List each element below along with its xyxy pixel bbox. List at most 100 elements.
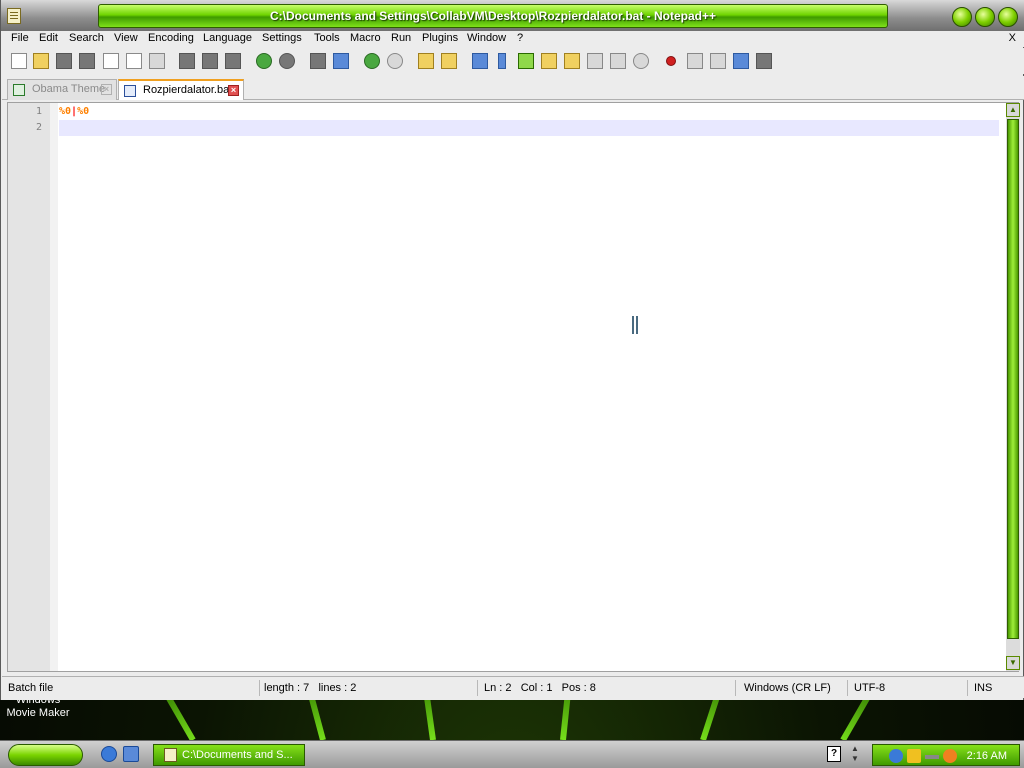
run-macro-multiple-icon[interactable]	[733, 53, 749, 69]
sync-h-icon[interactable]	[441, 53, 457, 69]
status-bar: Batch file length : 7 lines : 2 Ln : 2 C…	[2, 676, 1024, 698]
open-file-icon[interactable]	[33, 53, 49, 69]
status-file-type: Batch file	[4, 680, 260, 696]
system-tray: 2:16 AM	[872, 744, 1020, 766]
batch-variable: %0	[77, 106, 90, 117]
file-saved-icon	[13, 84, 25, 96]
network-icon[interactable]	[889, 749, 903, 763]
menu-help[interactable]: ?	[517, 32, 523, 44]
batch-variable: %0	[59, 106, 72, 117]
search-icon[interactable]	[943, 749, 957, 763]
status-lines: lines : 2	[318, 682, 357, 694]
save-macro-icon[interactable]	[756, 53, 772, 69]
notepadpp-window: C:\Documents and Settings\CollabVM\Deskt…	[0, 0, 1024, 700]
maximize-button[interactable]	[975, 7, 995, 27]
toolbar	[2, 48, 1024, 74]
notepad-app-icon[interactable]	[7, 8, 21, 24]
menu-bar: File Edit Search View Encoding Language …	[2, 31, 1024, 47]
status-length-lines: length : 7 lines : 2	[260, 680, 478, 696]
show-all-chars-icon[interactable]	[498, 53, 506, 69]
status-col: Col : 1	[520, 682, 553, 694]
menu-macro[interactable]: Macro	[350, 32, 381, 44]
line-number: 2	[35, 122, 42, 133]
tray-expand-icon[interactable]: ▲ ▼	[851, 744, 859, 764]
file-icon	[124, 85, 136, 97]
sync-v-icon[interactable]	[418, 53, 434, 69]
paste-icon[interactable]	[225, 53, 241, 69]
status-insert-mode[interactable]: INS	[970, 680, 1012, 696]
taskbar: C:\Documents and S... ? ▲ ▼ 2:16 AM	[0, 740, 1024, 768]
close-all-icon[interactable]	[126, 53, 142, 69]
folder-workspace-icon[interactable]	[587, 53, 603, 69]
status-length: length : 7	[264, 682, 310, 694]
current-code-line[interactable]	[59, 120, 999, 136]
line-number-gutter: 1 2	[8, 103, 58, 671]
taskbar-notepad-button[interactable]: C:\Documents and S...	[153, 744, 305, 766]
close-icon[interactable]	[103, 53, 119, 69]
record-macro-icon[interactable]	[666, 56, 676, 66]
undo-icon[interactable]	[256, 53, 272, 69]
eye-icon[interactable]	[633, 53, 649, 69]
menu-view[interactable]: View	[114, 32, 138, 44]
zoom-out-icon[interactable]	[387, 53, 403, 69]
text-editor[interactable]: 1 2 %0|%0 ▲ ▼	[7, 102, 1020, 672]
menu-tools[interactable]: Tools	[314, 32, 340, 44]
new-file-icon[interactable]	[11, 53, 27, 69]
indent-guide-icon[interactable]	[518, 53, 534, 69]
tab-rozpierdalator[interactable]: Rozpierdalator.bat ×	[118, 79, 244, 100]
save-icon[interactable]	[56, 53, 72, 69]
text-cursor-icon	[632, 316, 638, 334]
find-icon[interactable]	[310, 53, 326, 69]
clock[interactable]: 2:16 AM	[967, 748, 1007, 764]
function-list-icon[interactable]	[564, 53, 580, 69]
menu-plugins[interactable]: Plugins	[422, 32, 458, 44]
redo-icon[interactable]	[279, 53, 295, 69]
menu-close-doc-button[interactable]: X	[1009, 32, 1016, 44]
replace-icon[interactable]	[333, 53, 349, 69]
tab-obama-theme[interactable]: Obama Theme ×	[7, 79, 117, 100]
scrollbar-thumb[interactable]	[1007, 119, 1019, 639]
menu-window[interactable]: Window	[467, 32, 506, 44]
status-eol[interactable]: Windows (CR LF)	[740, 680, 848, 696]
help-icon[interactable]: ?	[827, 746, 841, 762]
stop-macro-icon[interactable]	[687, 53, 703, 69]
status-encoding[interactable]: UTF-8	[850, 680, 968, 696]
doc-map-icon[interactable]	[541, 53, 557, 69]
scroll-up-icon[interactable]: ▲	[1006, 103, 1020, 117]
menu-encoding[interactable]: Encoding	[148, 32, 194, 44]
minimize-button[interactable]	[952, 7, 972, 27]
fold-margin[interactable]	[50, 103, 58, 671]
tab-label: Rozpierdalator.bat	[143, 84, 233, 96]
start-button[interactable]	[8, 744, 83, 766]
monitoring-icon[interactable]	[610, 53, 626, 69]
menu-settings[interactable]: Settings	[262, 32, 302, 44]
tab-bar: Obama Theme × Rozpierdalator.bat ×	[2, 76, 1024, 100]
outlook-express-icon[interactable]	[123, 746, 139, 762]
menu-search[interactable]: Search	[69, 32, 104, 44]
menu-language[interactable]: Language	[203, 32, 252, 44]
save-all-icon[interactable]	[79, 53, 95, 69]
status-position: Ln : 2 Col : 1 Pos : 8	[480, 680, 736, 696]
close-button[interactable]	[998, 7, 1018, 27]
play-macro-icon[interactable]	[710, 53, 726, 69]
volume-icon[interactable]	[925, 755, 939, 759]
vertical-scrollbar[interactable]: ▲ ▼	[1006, 103, 1020, 671]
cut-icon[interactable]	[179, 53, 195, 69]
tab-close-icon[interactable]: ×	[228, 85, 239, 96]
copy-icon[interactable]	[202, 53, 218, 69]
menu-run[interactable]: Run	[391, 32, 411, 44]
code-line[interactable]: %0|%0	[59, 104, 89, 120]
menu-file[interactable]: File	[11, 32, 29, 44]
internet-explorer-icon[interactable]	[101, 746, 117, 762]
tab-close-icon[interactable]: ×	[101, 84, 112, 95]
scroll-down-icon[interactable]: ▼	[1006, 656, 1020, 670]
menu-edit[interactable]: Edit	[39, 32, 58, 44]
line-number: 1	[35, 106, 42, 117]
title-bar[interactable]: C:\Documents and Settings\CollabVM\Deskt…	[1, 0, 1024, 31]
security-shield-icon[interactable]	[907, 749, 921, 763]
print-icon[interactable]	[149, 53, 165, 69]
zoom-in-icon[interactable]	[364, 53, 380, 69]
word-wrap-icon[interactable]	[472, 53, 488, 69]
tab-label: Obama Theme	[32, 83, 106, 95]
status-ln: Ln : 2	[484, 682, 512, 694]
